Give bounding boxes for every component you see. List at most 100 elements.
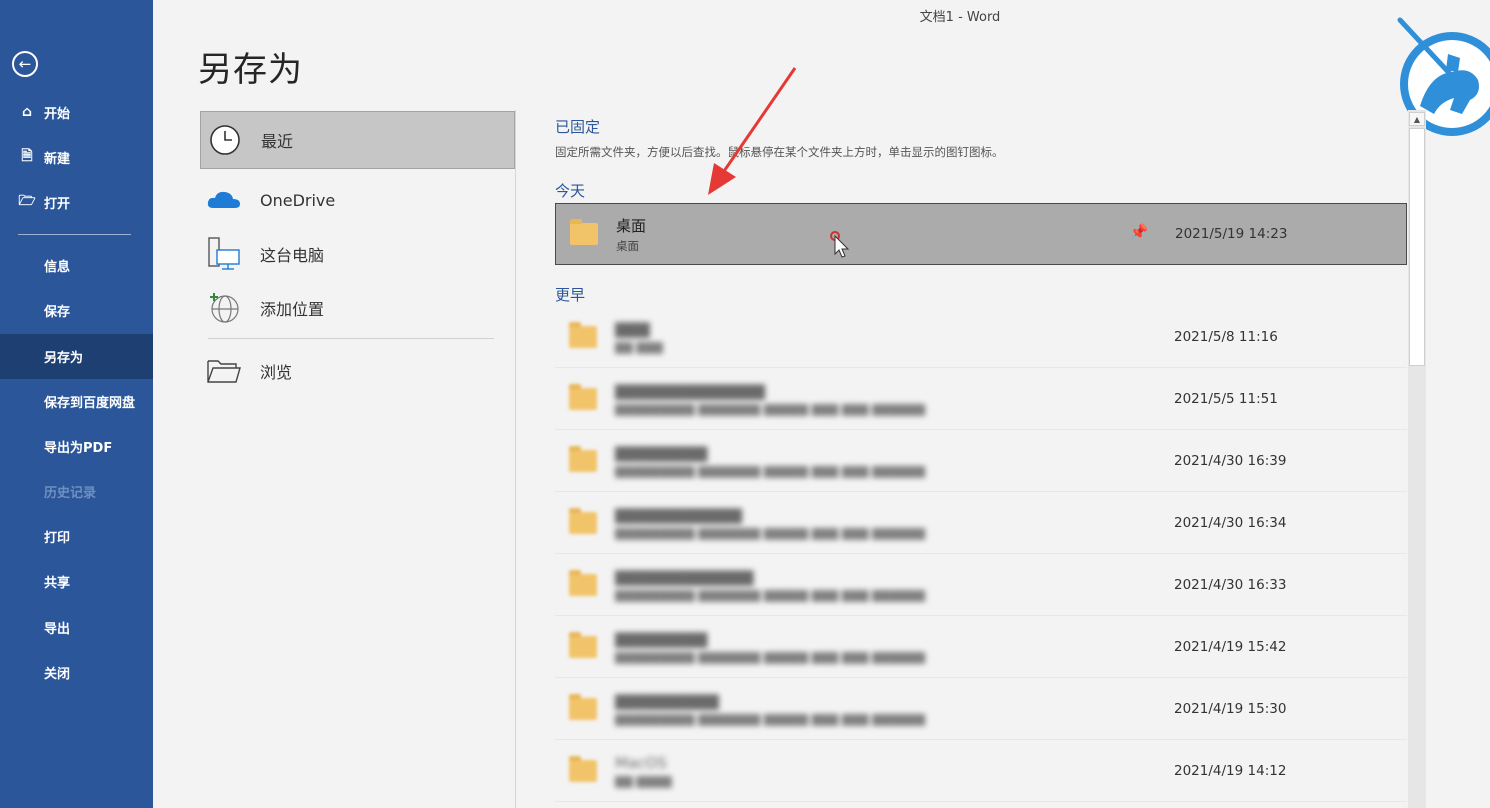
folder-text: 桌面 桌面 (616, 215, 1136, 254)
new-document-icon: 🗎 (21, 148, 33, 164)
folder-row[interactable]: ▇▇▇▇▇▇▇▇ ▇▇▇▇▇▇▇▇▇ ▇▇▇▇▇▇▇ ▇▇▇▇▇ ▇▇▇ ▇▇▇… (555, 430, 1407, 492)
sidebar-item-label: 导出为PDF (44, 440, 113, 456)
folder-name: ▇▇▇▇▇▇▇▇ (615, 629, 708, 648)
scroll-up-arrow-icon[interactable]: ▲ (1409, 112, 1425, 126)
folder-path: ▇▇▇▇▇▇▇▇▇ ▇▇▇▇▇▇▇ ▇▇▇▇▇ ▇▇▇ ▇▇▇ ▇▇▇▇▇▇ (615, 649, 926, 664)
locations-divider (208, 338, 494, 339)
backstage-sidebar: ← ⌂ 开始 🗎 新建 🗁 打开 信息 保存 另存为 保存到百度网盘 导出为PD… (0, 0, 153, 808)
folder-row[interactable]: ▇▇▇▇▇▇▇▇▇▇▇▇ ▇▇▇▇▇▇▇▇▇ ▇▇▇▇▇▇▇ ▇▇▇▇▇ ▇▇▇… (555, 554, 1407, 616)
sidebar-item-print[interactable]: 打印 (0, 515, 153, 557)
sidebar-item-export-pdf[interactable]: 导出为PDF (0, 425, 153, 467)
sidebar-item-export[interactable]: 导出 (0, 606, 153, 648)
folder-row[interactable]: ▇▇▇ ▇▇ ▇▇▇ 2021/5/8 11:16 (555, 306, 1407, 368)
sidebar-item-label: 信息 (44, 259, 71, 275)
section-heading-earlier: 更早 (555, 286, 586, 304)
sidebar-item-label: 共享 (44, 575, 71, 591)
folder-row-desktop[interactable]: 桌面 桌面 📌 2021/5/19 14:23 (555, 203, 1407, 265)
folder-path: ▇▇ ▇▇▇ (615, 339, 663, 354)
folder-path: ▇▇▇▇▇▇▇▇▇ ▇▇▇▇▇▇▇ ▇▇▇▇▇ ▇▇▇ ▇▇▇ ▇▇▇▇▇▇ (615, 587, 926, 602)
sidebar-item-label: 导出 (44, 621, 71, 637)
folder-date: 2021/5/8 11:16 (1174, 328, 1278, 345)
location-add-place[interactable]: 添加位置 (200, 282, 515, 334)
sidebar-item-save-to-baidu[interactable]: 保存到百度网盘 (0, 380, 153, 422)
folder-path: ▇▇ ▇▇▇▇ (615, 773, 672, 788)
location-label: OneDrive (260, 190, 336, 210)
folder-name: ▇▇▇ (615, 319, 650, 338)
folder-row[interactable]: MacOS ▇▇ ▇▇▇▇ 2021/4/19 14:12 (555, 740, 1407, 802)
location-recent[interactable]: 最近 (200, 111, 515, 169)
location-label: 浏览 (260, 363, 293, 382)
location-label: 添加位置 (260, 300, 325, 319)
sidebar-item-home[interactable]: ⌂ 开始 (0, 91, 153, 133)
sidebar-item-info[interactable]: 信息 (0, 244, 153, 286)
pane-divider (515, 110, 516, 808)
sidebar-item-label: 保存 (44, 304, 71, 320)
folder-icon (569, 569, 597, 596)
section-heading-pinned: 已固定 (555, 118, 601, 136)
folder-icon (569, 631, 597, 658)
pin-icon[interactable]: 📌 (1128, 223, 1150, 245)
folder-text: ▇▇▇ ▇▇ ▇▇▇ (615, 320, 1135, 354)
folder-row[interactable]: ▇▇▇▇▇▇▇▇▇▇▇ ▇▇▇▇▇▇▇▇▇ ▇▇▇▇▇▇▇ ▇▇▇▇▇ ▇▇▇ … (555, 492, 1407, 554)
folder-text: MacOS ▇▇ ▇▇▇▇ (615, 754, 1135, 788)
back-arrow-icon[interactable]: ← (12, 51, 38, 77)
folder-path: 桌面 (616, 238, 639, 253)
folder-row[interactable]: ▇▇▇▇▇▇▇▇ ▇▇▇▇▇▇▇▇▇ ▇▇▇▇▇▇▇ ▇▇▇▇▇ ▇▇▇ ▇▇▇… (555, 616, 1407, 678)
sidebar-item-close[interactable]: 关闭 (0, 651, 153, 693)
folder-path: ▇▇▇▇▇▇▇▇▇ ▇▇▇▇▇▇▇ ▇▇▇▇▇ ▇▇▇ ▇▇▇ ▇▇▇▇▇▇ (615, 525, 926, 540)
onedrive-cloud-icon (206, 182, 242, 218)
folder-path: ▇▇▇▇▇▇▇▇▇ ▇▇▇▇▇▇▇ ▇▇▇▇▇ ▇▇▇ ▇▇▇ ▇▇▇▇▇▇ (615, 711, 926, 726)
sidebar-item-share[interactable]: 共享 (0, 560, 153, 602)
sidebar-item-label: 新建 (44, 151, 71, 167)
sidebar-item-save[interactable]: 保存 (0, 289, 153, 331)
scroll-thumb[interactable] (1409, 128, 1425, 366)
folder-text: ▇▇▇▇▇▇▇▇ ▇▇▇▇▇▇▇▇▇ ▇▇▇▇▇▇▇ ▇▇▇▇▇ ▇▇▇ ▇▇▇… (615, 444, 1135, 478)
folder-row[interactable]: ▇▇▇▇▇▇▇▇▇ ▇▇▇▇▇▇▇▇▇ ▇▇▇▇▇▇▇ ▇▇▇▇▇ ▇▇▇ ▇▇… (555, 678, 1407, 740)
save-locations-list: 最近 OneDrive 这台电脑 添加位置 浏览 (200, 110, 516, 808)
folder-icon (569, 693, 597, 720)
folder-text: ▇▇▇▇▇▇▇▇ ▇▇▇▇▇▇▇▇▇ ▇▇▇▇▇▇▇ ▇▇▇▇▇ ▇▇▇ ▇▇▇… (615, 630, 1135, 664)
location-browse[interactable]: 浏览 (200, 345, 515, 397)
folder-date: 2021/5/5 11:51 (1174, 390, 1278, 407)
folder-icon (569, 383, 597, 410)
folder-text: ▇▇▇▇▇▇▇▇▇▇▇▇ ▇▇▇▇▇▇▇▇▇ ▇▇▇▇▇▇▇ ▇▇▇▇▇ ▇▇▇… (615, 568, 1135, 602)
folder-icon (569, 507, 597, 534)
sidebar-item-open[interactable]: 🗁 打开 (0, 181, 153, 223)
folder-date: 2021/4/19 15:42 (1174, 638, 1287, 655)
pinned-description: 固定所需文件夹，方便以后查找。鼠标悬停在某个文件夹上方时，单击显示的图钉图标。 (555, 145, 1004, 159)
home-icon: ⌂ (21, 104, 33, 120)
sidebar-item-label: 打开 (44, 196, 71, 212)
page-title: 另存为 (198, 50, 303, 90)
vertical-scrollbar[interactable]: ▲ (1408, 110, 1426, 808)
folder-text: ▇▇▇▇▇▇▇▇▇▇▇ ▇▇▇▇▇▇▇▇▇ ▇▇▇▇▇▇▇ ▇▇▇▇▇ ▇▇▇ … (615, 506, 1135, 540)
folder-name: ▇▇▇▇▇▇▇▇▇▇▇▇ (615, 567, 754, 586)
location-onedrive[interactable]: OneDrive (200, 174, 515, 226)
folder-name: 桌面 (616, 216, 647, 235)
folder-text: ▇▇▇▇▇▇▇▇▇▇▇▇▇ ▇▇▇▇▇▇▇▇▇ ▇▇▇▇▇▇▇ ▇▇▇▇▇ ▇▇… (615, 382, 1135, 416)
folder-icon (569, 755, 597, 782)
folder-date: 2021/5/19 14:23 (1175, 226, 1288, 242)
folder-date: 2021/4/30 16:39 (1174, 452, 1287, 469)
location-this-pc[interactable]: 这台电脑 (200, 228, 515, 280)
sidebar-item-new[interactable]: 🗎 新建 (0, 136, 153, 178)
folder-icon (569, 445, 597, 472)
folder-row[interactable]: ▇▇▇▇▇▇▇▇▇▇▇▇▇ ▇▇▇▇▇▇▇▇▇ ▇▇▇▇▇▇▇ ▇▇▇▇▇ ▇▇… (555, 368, 1407, 430)
sidebar-item-label: 关闭 (44, 666, 71, 682)
folder-path: ▇▇▇▇▇▇▇▇▇ ▇▇▇▇▇▇▇ ▇▇▇▇▇ ▇▇▇ ▇▇▇ ▇▇▇▇▇▇ (615, 463, 926, 478)
folder-date: 2021/4/30 16:34 (1174, 514, 1287, 531)
recent-folders-pane: 已固定 固定所需文件夹，方便以后查找。鼠标悬停在某个文件夹上方时，单击显示的图钉… (555, 110, 1407, 808)
sidebar-item-label: 开始 (44, 106, 71, 122)
clock-icon (207, 122, 243, 158)
folder-name: ▇▇▇▇▇▇▇▇▇▇▇▇▇ (615, 381, 765, 400)
folder-name: ▇▇▇▇▇▇▇▇▇ (615, 691, 719, 710)
open-folder-icon: 🗁 (18, 193, 36, 209)
browse-folder-icon (206, 353, 242, 389)
computer-icon (206, 236, 242, 272)
sidebar-item-save-as[interactable]: 另存为 (0, 334, 153, 379)
folder-name: ▇▇▇▇▇▇▇▇ (615, 443, 708, 462)
folder-date: 2021/4/30 16:33 (1174, 576, 1287, 593)
sidebar-divider (18, 234, 131, 235)
folder-icon (570, 219, 598, 245)
window-title: 文档1 - Word (919, 10, 1001, 25)
sidebar-item-label: 另存为 (44, 351, 84, 366)
